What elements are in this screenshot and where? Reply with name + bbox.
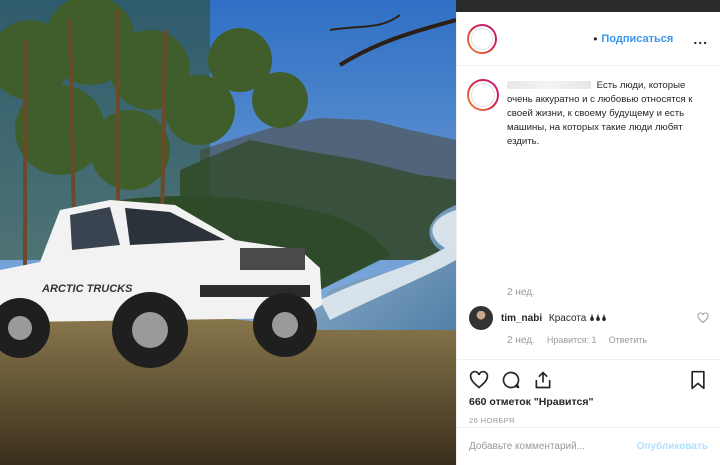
post-photo[interactable]: ARCTIC TRUCKS <box>0 0 456 465</box>
caption-body: Есть люди, которые очень аккуратно и с л… <box>507 80 693 147</box>
commenter-username[interactable]: tim_nabi <box>501 313 542 324</box>
likes-count[interactable]: 660 отметок "Нравится" <box>469 396 708 408</box>
post-image: ARCTIC TRUCKS <box>0 0 456 465</box>
comment-likes[interactable]: Нравится: 1 <box>547 335 597 346</box>
comment-icon[interactable] <box>501 370 521 390</box>
follow-button[interactable]: Подписаться <box>601 33 673 45</box>
comment-input[interactable] <box>469 441 637 452</box>
comment-text: Красота 🌢🌢🌢 <box>548 312 608 324</box>
comment-like-icon[interactable] <box>697 312 709 324</box>
comment-meta: 2 нед. Нравится: 1 Ответить <box>507 335 647 346</box>
truck-decal: ARCTIC TRUCKS <box>41 283 133 295</box>
caption-avatar[interactable] <box>467 79 499 111</box>
post-panel: • Подписаться ... Есть люди, которые оче… <box>456 12 720 465</box>
caption-text: Есть люди, которые очень аккуратно и с л… <box>507 79 708 149</box>
heart-icon[interactable] <box>469 370 489 390</box>
separator-dot: • <box>593 31 598 46</box>
comment-body: tim_nabi Красота 🌢🌢🌢 <box>501 313 607 324</box>
post-header: • Подписаться ... <box>457 12 720 66</box>
comment-time[interactable]: 2 нед. <box>507 335 535 346</box>
commenter-avatar[interactable] <box>469 306 493 330</box>
caption-avatar-image <box>469 81 497 109</box>
blurred-username <box>507 81 591 90</box>
comment-reply[interactable]: Ответить <box>609 335 647 346</box>
action-icons <box>469 370 708 390</box>
post-caption: Есть люди, которые очень аккуратно и с л… <box>467 79 708 149</box>
post-actions: 660 отметок "Нравится" 26 НОЯБРЯ <box>457 359 720 425</box>
author-avatar[interactable] <box>467 23 497 54</box>
comment-item: tim_nabi Красота 🌢🌢🌢 <box>469 306 709 330</box>
share-icon[interactable] <box>533 370 553 390</box>
more-options-icon[interactable]: ... <box>693 31 708 47</box>
publish-button[interactable]: Опубликовать <box>637 441 708 452</box>
author-avatar-image <box>469 25 495 52</box>
add-comment-bar: Опубликовать <box>457 427 720 465</box>
bookmark-icon[interactable] <box>688 370 708 390</box>
comments-section: Есть люди, которые очень аккуратно и с л… <box>457 67 720 359</box>
caption-time[interactable]: 2 нед. <box>507 287 535 298</box>
post-date[interactable]: 26 НОЯБРЯ <box>469 416 708 425</box>
